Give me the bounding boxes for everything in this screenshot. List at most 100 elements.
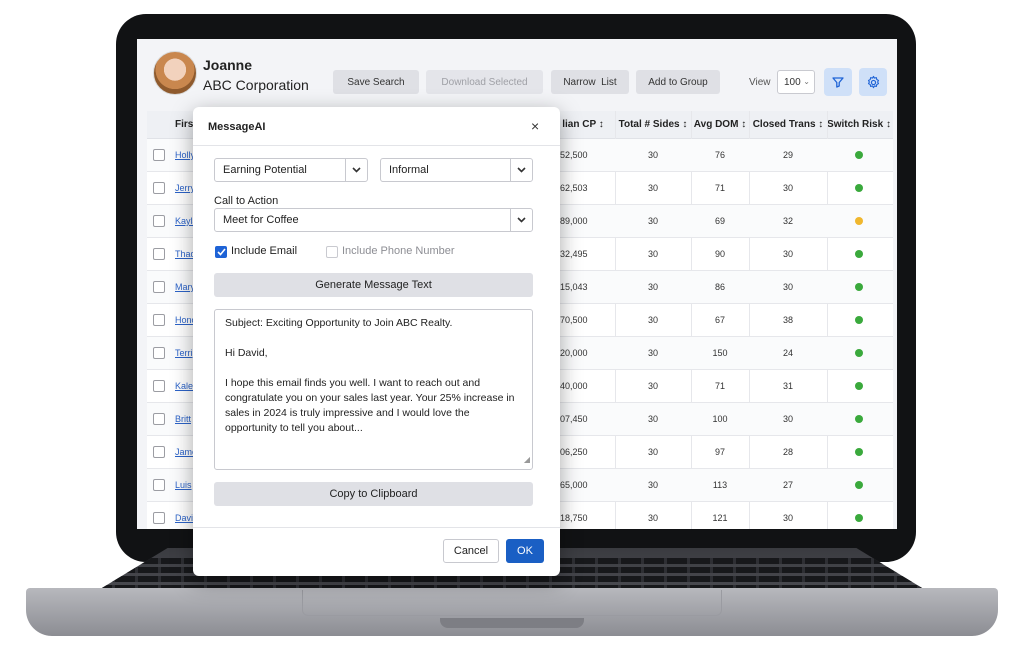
dialog-title: MessageAI	[208, 121, 266, 133]
tone-value: Informal	[389, 164, 429, 176]
close-icon[interactable]: ×	[531, 118, 539, 134]
messageai-dialog: MessageAI × Earning Potential Informal C…	[193, 107, 560, 576]
column-header-switch-risk[interactable]: Switch Risk ↕	[827, 111, 891, 139]
ok-button[interactable]: OK	[506, 539, 544, 563]
switch-risk-indicator	[855, 283, 863, 291]
total-sides-cell: 30	[647, 414, 658, 424]
switch-risk-indicator	[855, 316, 863, 324]
avg-dom-cell: 150	[712, 348, 728, 358]
median-cp-cell: 362,503	[555, 183, 588, 193]
include-phone-checkbox[interactable]	[326, 246, 338, 258]
median-cp-cell: 120,000	[555, 348, 588, 358]
column-header-closed-trans[interactable]: Closed Trans ↕	[749, 111, 827, 139]
resize-handle-icon[interactable]: ◢	[524, 452, 530, 467]
narrow-list-button[interactable]: Narrow List	[551, 70, 629, 94]
message-textarea[interactable]: Subject: Exciting Opportunity to Join AB…	[214, 309, 533, 470]
avg-dom-cell: 113	[712, 480, 728, 490]
chevron-down-icon	[510, 159, 532, 181]
column-header-median-cp[interactable]: lian CP ↕	[551, 111, 615, 139]
switch-risk-indicator	[855, 448, 863, 456]
agent-name-link[interactable]: Kaleb	[175, 381, 195, 391]
row-checkbox[interactable]	[153, 182, 165, 194]
save-search-button[interactable]: Save Search	[333, 70, 419, 94]
median-cp-cell: 240,000	[555, 381, 588, 391]
view-count-select[interactable]: 100 ⌄	[777, 70, 815, 94]
median-cp-cell: 332,495	[555, 249, 588, 259]
row-checkbox[interactable]	[153, 248, 165, 260]
include-email-checkbox[interactable]	[215, 246, 227, 258]
filter-button[interactable]	[824, 68, 852, 96]
agent-name-link[interactable]: Terri	[175, 348, 195, 358]
chevron-down-icon: ⌄	[803, 77, 810, 86]
row-checkbox[interactable]	[153, 149, 165, 161]
app-header: Joanne ABC Corporation Save Search Downl…	[137, 39, 897, 109]
company-name: ABC Corporation	[203, 77, 309, 93]
closed-trans-cell: 30	[782, 414, 793, 424]
avg-dom-cell: 121	[712, 513, 728, 523]
avatar[interactable]	[153, 51, 197, 95]
agent-name-link[interactable]: James	[175, 447, 195, 457]
message-body: I hope this email finds you well. I want…	[225, 377, 515, 434]
avg-dom-cell: 90	[714, 249, 725, 259]
agent-name-link[interactable]: Luis	[175, 480, 195, 490]
agent-name-link[interactable]: Jerry	[175, 183, 195, 193]
total-sides-cell: 30	[647, 282, 658, 292]
generate-message-button[interactable]: Generate Message Text	[214, 273, 533, 297]
closed-trans-cell: 30	[782, 183, 793, 193]
closed-trans-cell: 30	[782, 249, 793, 259]
copy-to-clipboard-button[interactable]: Copy to Clipboard	[214, 482, 533, 506]
check-icon	[216, 248, 226, 256]
settings-button[interactable]	[859, 68, 887, 96]
closed-trans-cell: 27	[782, 480, 793, 490]
row-checkbox[interactable]	[153, 413, 165, 425]
row-checkbox[interactable]	[153, 512, 165, 524]
total-sides-cell: 30	[647, 150, 658, 160]
laptop-notch	[440, 618, 584, 628]
agent-name-link[interactable]: Honor	[175, 315, 195, 325]
gear-icon	[867, 75, 879, 88]
median-cp-cell: 206,250	[555, 447, 588, 457]
include-email-label[interactable]: Include Email	[231, 245, 297, 257]
add-to-group-button[interactable]: Add to Group	[636, 70, 720, 94]
switch-risk-indicator	[855, 382, 863, 390]
row-checkbox[interactable]	[153, 347, 165, 359]
agent-name-link[interactable]: David	[175, 513, 195, 523]
switch-risk-indicator	[855, 217, 863, 225]
agent-name-link[interactable]: Mary	[175, 282, 195, 292]
closed-trans-cell: 30	[782, 513, 793, 523]
agent-name-link[interactable]: Thad	[175, 249, 195, 259]
chevron-down-icon	[510, 209, 532, 231]
include-phone-label[interactable]: Include Phone Number	[342, 245, 455, 257]
avg-dom-cell: 71	[714, 381, 725, 391]
agent-name-link[interactable]: Britt	[175, 414, 195, 424]
agent-name-link[interactable]: Kayla	[175, 216, 195, 226]
message-greeting: Hi David,	[225, 347, 268, 359]
avg-dom-cell: 86	[714, 282, 725, 292]
total-sides-cell: 30	[647, 381, 658, 391]
column-header-total-sides[interactable]: Total # Sides ↕	[615, 111, 691, 139]
row-checkbox[interactable]	[153, 215, 165, 227]
cancel-button[interactable]: Cancel	[443, 539, 499, 563]
switch-risk-indicator	[855, 151, 863, 159]
download-selected-button[interactable]: Download Selected	[426, 70, 543, 94]
tone-select[interactable]: Informal	[380, 158, 533, 182]
switch-risk-indicator	[855, 415, 863, 423]
agent-name-link[interactable]: Holly	[175, 150, 195, 160]
topic-value: Earning Potential	[223, 164, 307, 176]
column-header-avg-dom[interactable]: Avg DOM ↕	[691, 111, 749, 139]
switch-risk-indicator	[855, 514, 863, 522]
row-checkbox[interactable]	[153, 479, 165, 491]
laptop-trackpad	[302, 590, 722, 616]
cta-value: Meet for Coffee	[223, 214, 299, 226]
row-checkbox[interactable]	[153, 314, 165, 326]
row-checkbox[interactable]	[153, 446, 165, 458]
topic-select[interactable]: Earning Potential	[214, 158, 368, 182]
closed-trans-cell: 29	[782, 150, 793, 160]
call-to-action-select[interactable]: Meet for Coffee	[214, 208, 533, 232]
avg-dom-cell: 97	[714, 447, 725, 457]
switch-risk-indicator	[855, 184, 863, 192]
switch-risk-indicator	[855, 349, 863, 357]
row-checkbox[interactable]	[153, 380, 165, 392]
row-checkbox[interactable]	[153, 281, 165, 293]
avg-dom-cell: 69	[714, 216, 725, 226]
